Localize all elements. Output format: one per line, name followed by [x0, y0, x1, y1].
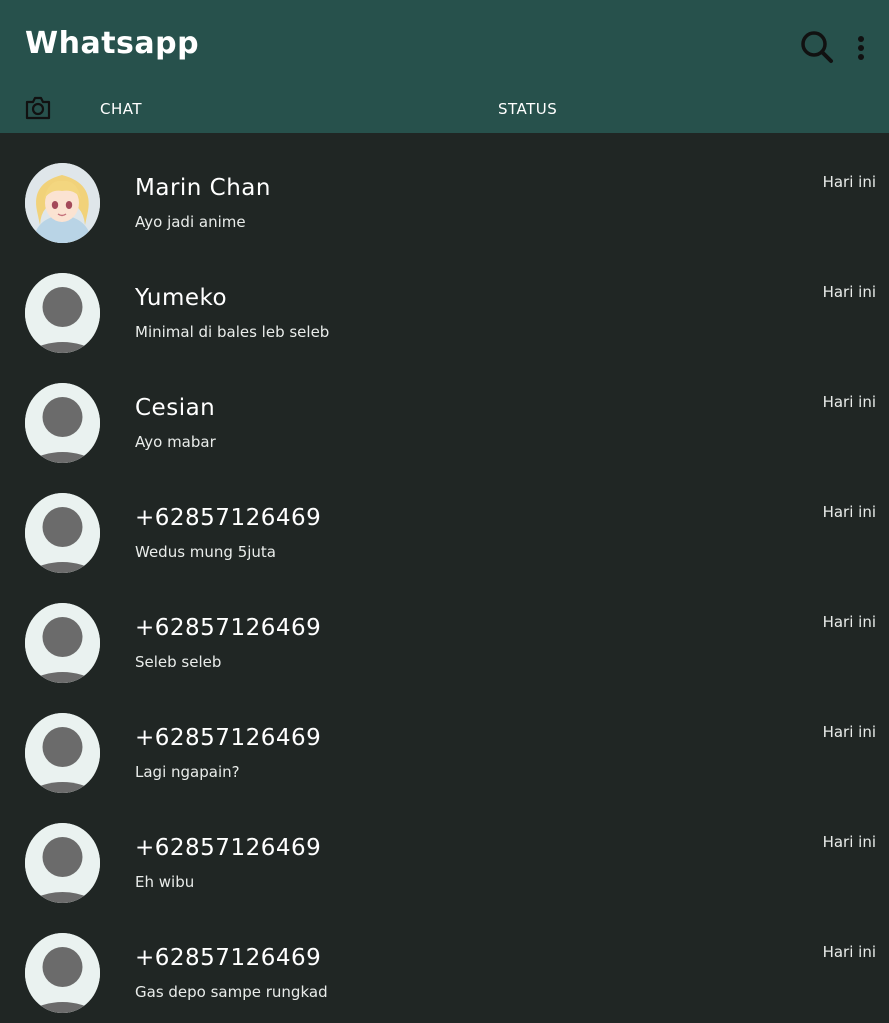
chat-list-item[interactable]: +62857126469 Gas depo sampe rungkad Hari…: [0, 903, 889, 1013]
chat-list-item[interactable]: +62857126469 Seleb seleb Hari ini: [0, 573, 889, 683]
chat-name: +62857126469: [135, 615, 322, 641]
app-bar: Whatsapp CHAT STATUS: [0, 0, 889, 133]
search-button[interactable]: [798, 28, 836, 66]
default-person-icon: [25, 603, 100, 683]
default-person-icon: [25, 273, 100, 353]
search-icon: [801, 31, 833, 63]
default-person-icon: [25, 383, 100, 463]
tab-chat[interactable]: CHAT: [100, 100, 142, 118]
chat-list-item[interactable]: Yumeko Minimal di bales leb seleb Hari i…: [0, 243, 889, 353]
chat-list-item[interactable]: Cesian Ayo mabar Hari ini: [0, 353, 889, 463]
avatar[interactable]: [25, 163, 100, 243]
chat-list: Marin Chan Ayo jadi anime Hari ini Yumek…: [0, 133, 889, 1013]
avatar[interactable]: [25, 273, 100, 353]
default-person-icon: [25, 933, 100, 1013]
chat-timestamp: Hari ini: [822, 503, 876, 521]
tab-bar: CHAT STATUS: [0, 88, 889, 133]
more-options-button[interactable]: [848, 32, 872, 64]
chat-list-item[interactable]: +62857126469 Lagi ngapain? Hari ini: [0, 683, 889, 793]
chat-list-item[interactable]: +62857126469 Eh wibu Hari ini: [0, 793, 889, 903]
chat-name: Yumeko: [135, 285, 228, 311]
more-vertical-icon: [858, 36, 864, 60]
default-person-icon: [25, 493, 100, 573]
chat-timestamp: Hari ini: [822, 943, 876, 961]
chat-last-message: Eh wibu: [135, 873, 195, 891]
chat-last-message: Ayo jadi anime: [135, 213, 246, 231]
default-person-icon: [25, 823, 100, 903]
chat-name: +62857126469: [135, 505, 322, 531]
chat-last-message: Seleb seleb: [135, 653, 222, 671]
avatar[interactable]: [25, 493, 100, 573]
chat-last-message: Lagi ngapain?: [135, 763, 240, 781]
anime-girl-avatar-icon: [25, 163, 100, 243]
chat-list-item[interactable]: Marin Chan Ayo jadi anime Hari ini: [0, 133, 889, 243]
chat-timestamp: Hari ini: [822, 283, 876, 301]
camera-icon: [25, 96, 51, 120]
avatar[interactable]: [25, 933, 100, 1013]
app-window: Whatsapp CHAT STATUS Marin Chan Ayo jadi…: [0, 0, 889, 1023]
chat-name: +62857126469: [135, 725, 322, 751]
chat-timestamp: Hari ini: [822, 613, 876, 631]
avatar[interactable]: [25, 603, 100, 683]
tab-status[interactable]: STATUS: [498, 100, 557, 118]
chat-last-message: Ayo mabar: [135, 433, 216, 451]
chat-timestamp: Hari ini: [822, 393, 876, 411]
chat-name: Cesian: [135, 395, 216, 421]
chat-list-item[interactable]: +62857126469 Wedus mung 5juta Hari ini: [0, 463, 889, 573]
chat-timestamp: Hari ini: [822, 723, 876, 741]
chat-name: +62857126469: [135, 945, 322, 971]
chat-name: Marin Chan: [135, 175, 271, 201]
chat-timestamp: Hari ini: [822, 833, 876, 851]
app-title: Whatsapp: [25, 26, 200, 61]
chat-last-message: Wedus mung 5juta: [135, 543, 276, 561]
chat-name: +62857126469: [135, 835, 322, 861]
tab-camera[interactable]: [24, 95, 52, 121]
chat-last-message: Minimal di bales leb seleb: [135, 323, 330, 341]
avatar[interactable]: [25, 713, 100, 793]
avatar[interactable]: [25, 823, 100, 903]
chat-timestamp: Hari ini: [822, 173, 876, 191]
avatar[interactable]: [25, 383, 100, 463]
default-person-icon: [25, 713, 100, 793]
chat-last-message: Gas depo sampe rungkad: [135, 983, 328, 1001]
